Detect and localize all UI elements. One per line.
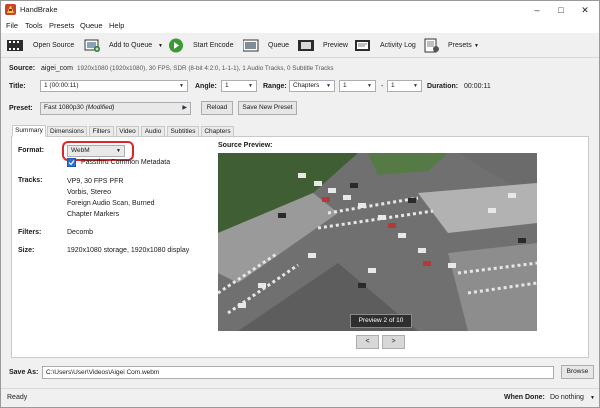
- chevron-down-icon: ▼: [248, 83, 253, 89]
- source-preview-title: Source Preview:: [218, 142, 273, 149]
- track-item: VP9, 30 FPS PFR: [67, 178, 124, 185]
- status-bar: Ready When Done: Do nothing ▼: [1, 388, 599, 407]
- duration-label: Duration:: [427, 83, 459, 90]
- start-encode-label: Start Encode: [193, 42, 234, 49]
- add-to-queue-label: Add to Queue: [109, 42, 153, 49]
- title-select-value: 1 (00:00:11): [44, 82, 79, 89]
- activity-log-icon: [355, 40, 370, 51]
- save-new-preset-button[interactable]: Save New Preset: [238, 101, 297, 115]
- angle-label: Angle:: [195, 83, 217, 90]
- size-label: Size:: [18, 247, 35, 254]
- angle-select-value: 1: [225, 82, 229, 89]
- track-item: Vorbis, Stereo: [67, 189, 111, 196]
- menu-help[interactable]: Help: [109, 21, 124, 30]
- filters-label: Filters:: [18, 229, 42, 236]
- tab-summary[interactable]: Summary: [12, 125, 46, 137]
- menu-bar: File Tools Presets Queue Help: [1, 19, 599, 33]
- status-text: Ready: [7, 394, 28, 401]
- when-done-select[interactable]: Do nothing: [550, 394, 584, 401]
- play-icon: [169, 38, 183, 53]
- title-bar: HandBrake – □ ✕: [1, 1, 599, 19]
- source-name: aigei_com: [41, 65, 73, 72]
- save-as-label: Save As:: [9, 369, 39, 376]
- track-item: Foreign Audio Scan, Burned: [67, 200, 155, 207]
- source-preview-image: [218, 153, 537, 331]
- range-label: Range:: [263, 83, 287, 90]
- chevron-down-icon: ▼: [413, 83, 418, 89]
- menu-presets[interactable]: Presets: [49, 21, 74, 30]
- range-start-value: 1: [343, 82, 347, 89]
- format-label: Format:: [18, 147, 45, 154]
- save-as-path-field[interactable]: C:\Users\User\Videos\Aigei Com.webm: [42, 366, 554, 379]
- title-label: Title:: [9, 83, 26, 90]
- range-end-select[interactable]: 1 ▼: [387, 80, 422, 92]
- reload-button[interactable]: Reload: [201, 101, 233, 115]
- passthru-metadata-checkbox[interactable]: [67, 158, 76, 167]
- title-select[interactable]: 1 (00:00:11) ▼: [40, 80, 188, 92]
- queue-label: Queue: [268, 42, 290, 49]
- check-icon: [68, 160, 75, 166]
- preview-next-button[interactable]: >: [382, 335, 405, 349]
- dropdown-caret-icon: ▼: [474, 43, 479, 49]
- minimize-icon[interactable]: –: [529, 3, 545, 17]
- range-end-value: 1: [391, 82, 395, 89]
- menu-tools[interactable]: Tools: [25, 21, 43, 30]
- range-mode-select[interactable]: Chapters ▼: [289, 80, 335, 92]
- add-queue-icon: [84, 39, 100, 52]
- chevron-down-icon: ▼: [326, 83, 331, 89]
- queue-icon: [243, 39, 259, 52]
- tracks-label: Tracks:: [18, 177, 43, 184]
- duration-value: 00:00:11: [464, 83, 491, 90]
- range-mode-value: Chapters: [293, 82, 320, 89]
- passthru-metadata-label: Passthru Common Metadata: [81, 159, 171, 166]
- chevron-right-icon: ▶: [182, 105, 187, 111]
- filters-value: Decomb: [67, 229, 94, 236]
- handbrake-logo-icon: [5, 4, 16, 15]
- range-start-select[interactable]: 1 ▼: [339, 80, 376, 92]
- size-value: 1920x1080 storage, 1920x1080 display: [67, 247, 190, 254]
- menu-file[interactable]: File: [6, 21, 18, 30]
- browse-button[interactable]: Browse: [561, 365, 594, 379]
- presets-icon: [424, 38, 439, 53]
- chevron-down-icon: ▼: [179, 83, 184, 89]
- handbrake-window: HandBrake – □ ✕ File Tools Presets Queue…: [0, 0, 600, 408]
- source-label: Source:: [9, 65, 36, 72]
- menu-queue[interactable]: Queue: [80, 21, 103, 30]
- when-done-label: When Done:: [504, 394, 545, 401]
- dropdown-caret-icon: ▼: [158, 43, 163, 49]
- preset-select-value: Fast 1080p30: [44, 104, 84, 111]
- toolbar: Open Source Add to Queue ▼ Start Encode: [1, 34, 599, 58]
- preset-modified-tag: (Modified): [85, 104, 115, 111]
- angle-select[interactable]: 1 ▼: [221, 80, 257, 92]
- maximize-icon[interactable]: □: [553, 3, 569, 17]
- presets-label: Presets: [448, 42, 472, 49]
- window-title: HandBrake: [20, 5, 58, 14]
- open-source-label: Open Source: [33, 42, 75, 49]
- preset-label: Preset:: [9, 105, 33, 112]
- preview-film-icon: [298, 40, 314, 51]
- chevron-down-icon[interactable]: ▼: [590, 395, 595, 401]
- preview-prev-button[interactable]: <: [356, 335, 379, 349]
- track-item: Chapter Markers: [67, 211, 120, 218]
- preset-select[interactable]: Fast 1080p30 (Modified) ▶: [40, 102, 191, 115]
- chevron-down-icon: ▼: [367, 83, 372, 89]
- activity-log-label: Activity Log: [380, 42, 416, 49]
- film-strip-icon: [7, 40, 23, 51]
- close-icon[interactable]: ✕: [577, 3, 593, 17]
- source-info: 1920x1080 (1920x1080), 30 FPS, SDR (8-bi…: [77, 65, 334, 72]
- preview-counter-badge: Preview 2 of 10: [350, 314, 412, 328]
- preview-label: Preview: [323, 42, 348, 49]
- range-separator: -: [381, 83, 384, 90]
